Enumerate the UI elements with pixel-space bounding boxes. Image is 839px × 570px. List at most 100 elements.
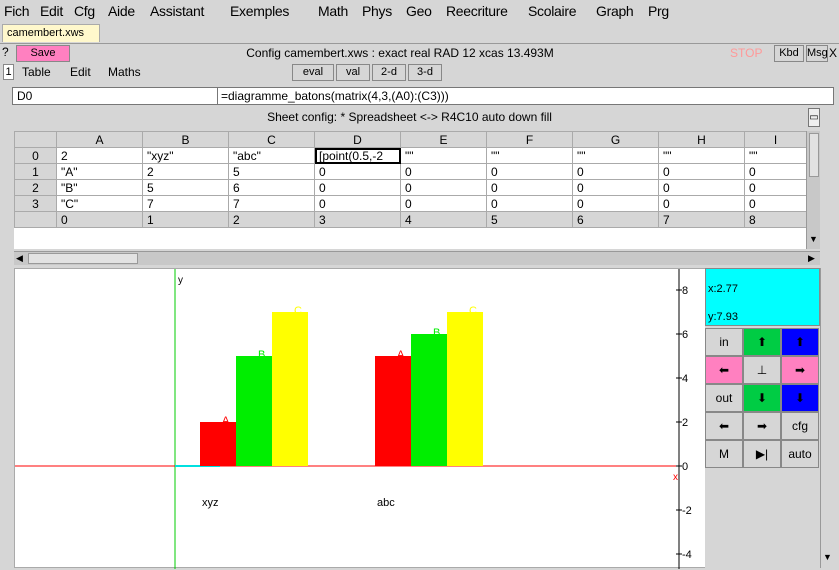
up-arrow-icon[interactable]: ⬆	[743, 328, 781, 356]
column-header[interactable]: E	[400, 131, 487, 148]
menu-scolaire[interactable]: Scolaire	[528, 3, 576, 19]
cell[interactable]: ""	[658, 147, 745, 164]
cell[interactable]: 0	[486, 163, 573, 180]
cell[interactable]: "A"	[56, 163, 143, 180]
cell[interactable]: 0	[572, 179, 659, 196]
column-header[interactable]: B	[142, 131, 229, 148]
menu-aide[interactable]: Aide	[108, 3, 135, 19]
cell[interactable]: 7	[142, 195, 229, 212]
forward-arrow-icon[interactable]: ➡	[743, 412, 781, 440]
cell[interactable]: 0	[400, 195, 487, 212]
menu-table[interactable]: Table	[22, 65, 51, 79]
cell[interactable]: "abc"	[228, 147, 315, 164]
cell[interactable]: "B"	[56, 179, 143, 196]
scroll-down-icon[interactable]: ▼	[809, 234, 818, 244]
cell[interactable]: 0	[658, 163, 745, 180]
menu-graph[interactable]: Graph	[596, 3, 634, 19]
sheet-config[interactable]: Sheet config: * Spreadsheet <-> R4C10 au…	[12, 108, 807, 127]
cell[interactable]: 0	[486, 179, 573, 196]
auto-button[interactable]: auto	[781, 440, 819, 468]
close-icon[interactable]: X	[829, 46, 839, 60]
row-header[interactable]: 1	[14, 163, 57, 180]
column-header[interactable]: G	[572, 131, 659, 148]
cell-name[interactable]: D0	[17, 89, 217, 103]
zoom-out-button[interactable]: out	[705, 384, 743, 412]
scroll-left-icon[interactable]: ◀	[16, 253, 23, 264]
save-button[interactable]: Save	[16, 45, 70, 62]
cell[interactable]: 0	[486, 195, 573, 212]
cell[interactable]: 0	[658, 195, 745, 212]
menu-reecriture[interactable]: Reecriture	[446, 3, 508, 19]
down-fast-icon[interactable]: ⬇	[781, 384, 819, 412]
menu-edit[interactable]: Edit	[40, 3, 63, 19]
graph-scroll-down-icon[interactable]: ▼	[823, 552, 832, 562]
column-header[interactable]: I	[744, 131, 806, 148]
column-header[interactable]: D	[314, 131, 401, 148]
sheet-hscrollbar[interactable]: ◀ ▶	[14, 251, 820, 265]
cell[interactable]: 0	[744, 179, 806, 196]
zoom-in-button[interactable]: in	[705, 328, 743, 356]
sheet-vscroll-thumb[interactable]	[809, 133, 819, 177]
selected-cell[interactable]: [point(0.5,-2	[314, 147, 401, 164]
cell[interactable]: 0	[314, 179, 401, 196]
kbd-button[interactable]: Kbd	[774, 45, 804, 62]
menu-assistant[interactable]: Assistant	[150, 3, 204, 19]
menu-exemples[interactable]: Exemples	[230, 3, 289, 19]
column-header[interactable]: H	[658, 131, 745, 148]
scroll-right-icon[interactable]: ▶	[808, 253, 815, 264]
row-header[interactable]: 0	[14, 147, 57, 164]
menu-math[interactable]: Math	[318, 3, 348, 19]
sheet-hscroll-thumb[interactable]	[28, 253, 138, 264]
help-button[interactable]: ?	[2, 45, 14, 61]
m-button[interactable]: M	[705, 440, 743, 468]
down-arrow-icon[interactable]: ⬇	[743, 384, 781, 412]
menu-maths[interactable]: Maths	[108, 65, 141, 79]
menu-sheet-edit[interactable]: Edit	[70, 65, 91, 79]
cell[interactable]: ""	[572, 147, 659, 164]
column-header[interactable]: C	[228, 131, 315, 148]
menu-prg[interactable]: Prg	[648, 3, 669, 19]
cell[interactable]: 7	[228, 195, 315, 212]
cell[interactable]: "C"	[56, 195, 143, 212]
cell[interactable]: "xyz"	[142, 147, 229, 164]
left-arrow-icon[interactable]: ⬅	[705, 356, 743, 384]
menu-cfg[interactable]: Cfg	[74, 3, 95, 19]
menu-geo[interactable]: Geo	[406, 3, 432, 19]
cell[interactable]: ""	[744, 147, 806, 164]
menu-fich[interactable]: Fich	[4, 3, 30, 19]
row-header[interactable]: 2	[14, 179, 57, 196]
cell[interactable]: 0	[572, 163, 659, 180]
column-header[interactable]: A	[56, 131, 143, 148]
cell[interactable]: ""	[486, 147, 573, 164]
cfg-button[interactable]: cfg	[781, 412, 819, 440]
cell[interactable]: 0	[744, 195, 806, 212]
val-button[interactable]: val	[336, 64, 370, 81]
config-title[interactable]: Config camembert.xws : exact real RAD 12…	[150, 46, 650, 60]
cell[interactable]: 0	[314, 195, 401, 212]
graph-panel[interactable]: yx1086420-2-4ABCxyzABCabc	[14, 268, 820, 569]
cell[interactable]: 0	[400, 163, 487, 180]
back-arrow-icon[interactable]: ⬅	[705, 412, 743, 440]
perpendicular-icon[interactable]: ⊥	[743, 356, 781, 384]
cell[interactable]: 0	[572, 195, 659, 212]
eval-button[interactable]: eval	[292, 64, 334, 81]
level-number[interactable]: 1	[3, 64, 14, 80]
column-header[interactable]: F	[486, 131, 573, 148]
msg-button[interactable]: Msg	[806, 45, 828, 62]
cell[interactable]: 0	[400, 179, 487, 196]
cell[interactable]: 5	[142, 179, 229, 196]
cell[interactable]: 2	[56, 147, 143, 164]
sheet-vscrollbar[interactable]: ▼	[806, 131, 820, 249]
cell[interactable]: 0	[314, 163, 401, 180]
2d-button[interactable]: 2-d	[372, 64, 406, 81]
cell[interactable]: 0	[744, 163, 806, 180]
formula-input[interactable]: =diagramme_batons(matrix(4,3,(A0):(C3)))	[221, 89, 821, 103]
3d-button[interactable]: 3-d	[408, 64, 442, 81]
play-step-icon[interactable]: ▶|	[743, 440, 781, 468]
session-tab[interactable]: camembert.xws	[2, 24, 100, 42]
cell[interactable]: 0	[658, 179, 745, 196]
cell[interactable]: 6	[228, 179, 315, 196]
right-arrow-icon[interactable]: ➡	[781, 356, 819, 384]
stop-button[interactable]: STOP	[730, 46, 770, 60]
sheet-config-toggle[interactable]: ▭	[808, 108, 820, 127]
